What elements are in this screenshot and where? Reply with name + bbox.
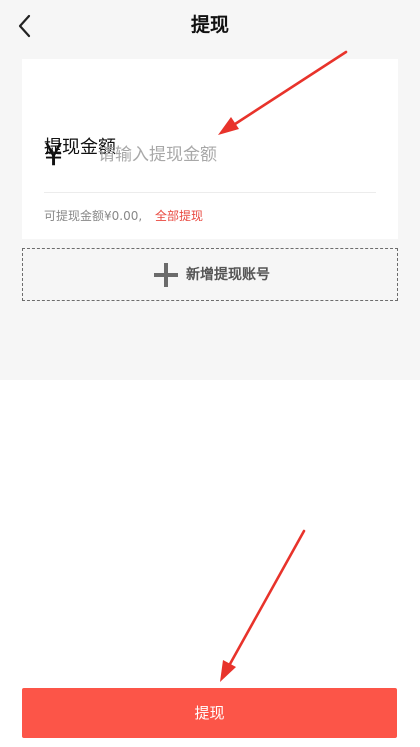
add-account-button[interactable]: 新增提现账号	[22, 248, 398, 301]
withdraw-all-link[interactable]: 全部提现	[155, 207, 203, 225]
page-title: 提现	[190, 14, 229, 36]
card-divider	[44, 192, 376, 193]
add-account-label: 新增提现账号	[186, 267, 270, 283]
submit-button[interactable]: 提现	[22, 688, 397, 738]
nav-bar: 提现	[0, 0, 420, 52]
currency-symbol: ¥	[44, 138, 64, 173]
available-amount-text: 可提现金额¥0.00,	[44, 209, 143, 223]
submit-label: 提现	[194, 704, 225, 722]
annotation-arrow-to-submit	[220, 529, 306, 682]
plus-icon	[154, 263, 178, 287]
amount-input[interactable]	[98, 138, 368, 172]
